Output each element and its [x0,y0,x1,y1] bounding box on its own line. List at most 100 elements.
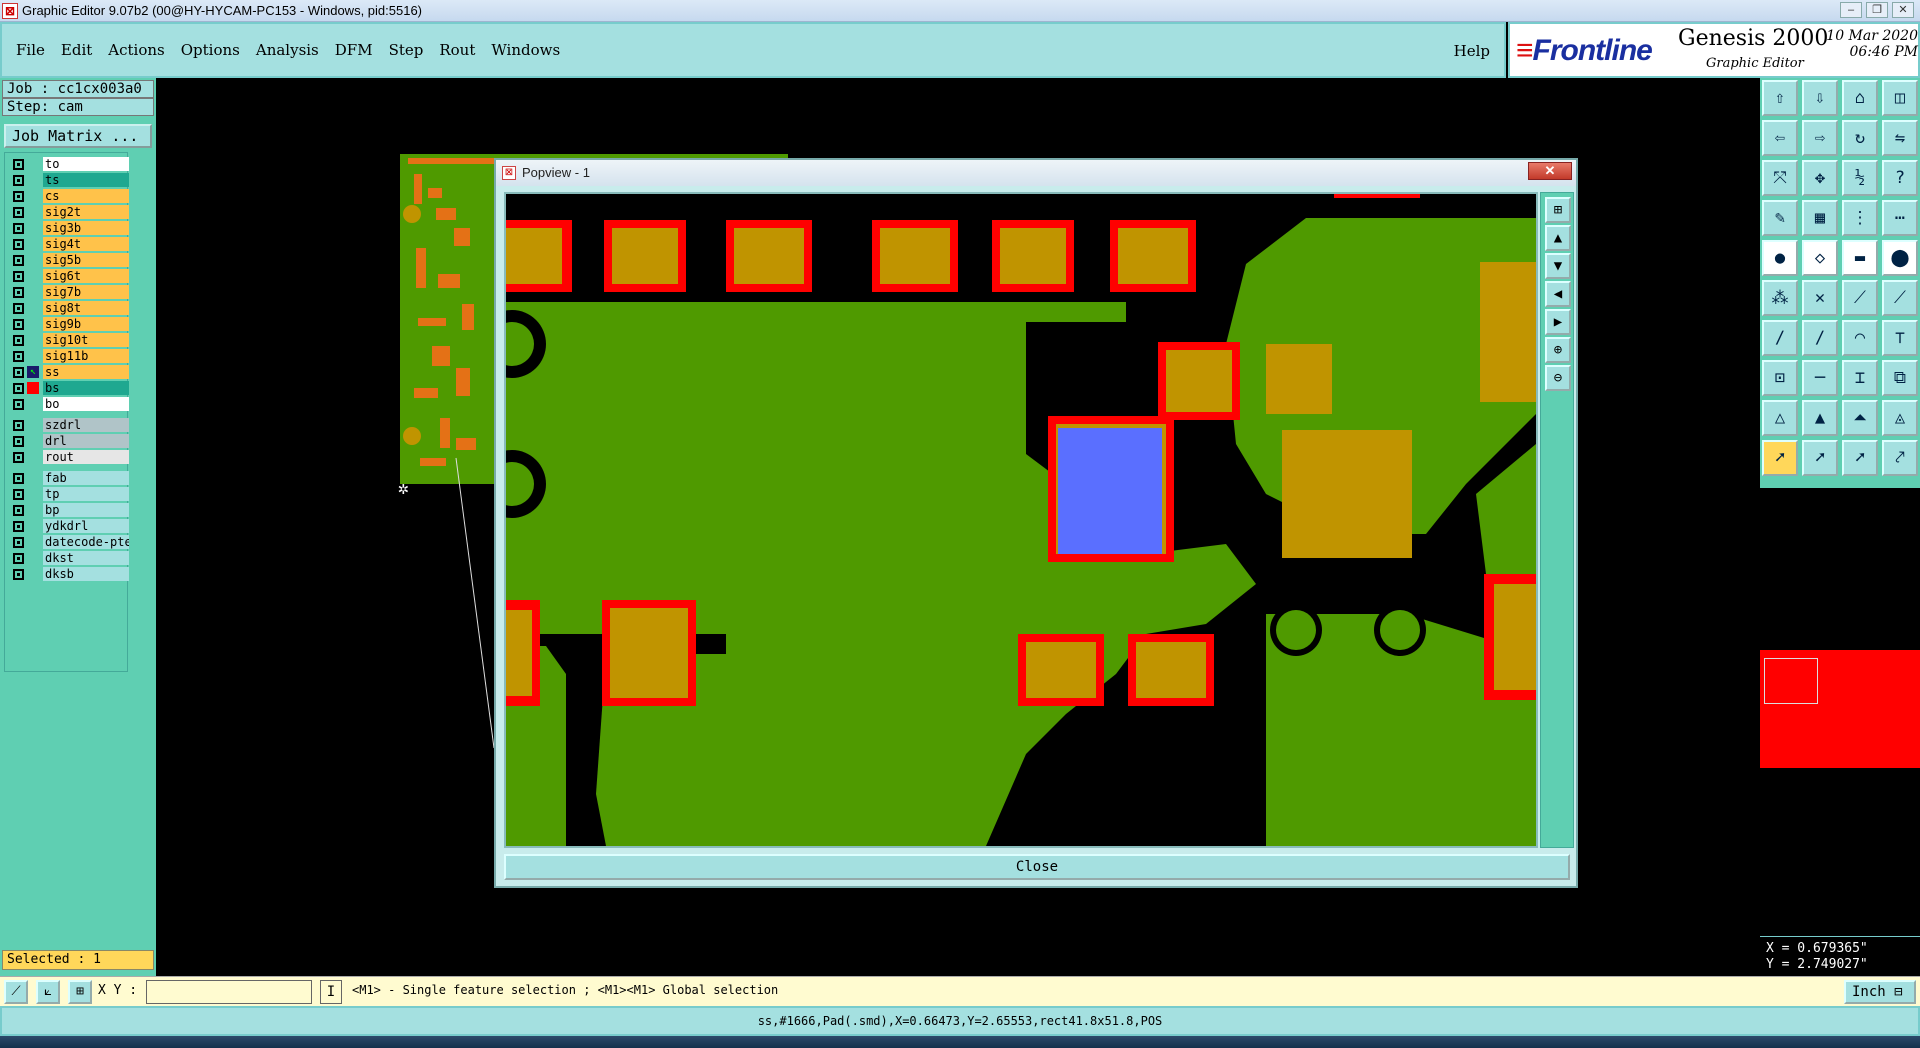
menu-edit[interactable]: Edit [61,41,92,59]
layer-row-sig3b[interactable]: sig3b [7,221,129,236]
popview-close-x-button[interactable]: ✕ [1528,162,1572,180]
layer-checkbox[interactable] [13,159,24,170]
popview-pan-left-icon[interactable]: ◀ [1545,281,1571,307]
minimize-button[interactable]: – [1840,2,1862,18]
restore-button[interactable]: ❐ [1866,2,1888,18]
pointer-2-icon[interactable]: ➚ [1802,440,1838,476]
layer-checkbox[interactable] [13,383,24,394]
layer-checkbox[interactable] [13,351,24,362]
trace-icon[interactable]: ⊤ [1882,320,1918,356]
connect-icon[interactable]: ⁂ [1762,280,1798,316]
edit-shape-icon[interactable]: ◇ [1802,240,1838,276]
layer-checkbox[interactable] [13,569,24,580]
center-icon[interactable]: ✥ [1802,160,1838,196]
layer-checkbox[interactable] [13,303,24,314]
layer-row-sig11b[interactable]: sig11b [7,349,129,364]
select-pointer-icon[interactable]: ➚ [1762,440,1798,476]
layer-row-to[interactable]: to [7,157,129,172]
layer-checkbox[interactable] [13,367,24,378]
layer-checkbox[interactable] [13,255,24,266]
layer-checkbox[interactable] [13,505,24,516]
layer-row-sig7b[interactable]: sig7b [7,285,129,300]
menu-dfm[interactable]: DFM [335,41,373,59]
popview-zoom-in-icon[interactable]: ⊕ [1545,337,1571,363]
layer-checkbox[interactable] [13,452,24,463]
layer-row-ss[interactable]: ↖ ss [7,365,129,380]
layer-row-szdrl[interactable]: szdrl [7,418,129,433]
layer-checkbox[interactable] [13,207,24,218]
layer-row-sig8t[interactable]: sig8t [7,301,129,316]
group-icon[interactable]: ⧉ [1882,360,1918,396]
layer-checkbox[interactable] [13,436,24,447]
menu-options[interactable]: Options [181,41,240,59]
layer-row-ydkdrl[interactable]: ydkdrl [7,519,129,534]
menu-help[interactable]: Help [1454,42,1490,60]
triangle-4-icon[interactable]: ◬ [1882,400,1918,436]
layer-row-dkst[interactable]: dkst [7,551,129,566]
layer-row-sig4t[interactable]: sig4t [7,237,129,252]
layer-checkbox[interactable] [13,223,24,234]
rotate-icon[interactable]: ↻ [1842,120,1878,156]
arc-icon[interactable]: ◠ [1842,320,1878,356]
layer-checkbox[interactable] [13,420,24,431]
menu-actions[interactable]: Actions [108,41,164,59]
unit-select[interactable]: Inch ⊟ [1844,980,1916,1004]
overview-navigator[interactable] [1760,650,1920,768]
layer-checkbox[interactable] [13,489,24,500]
layer-row-sig9b[interactable]: sig9b [7,317,129,332]
menu-windows[interactable]: Windows [491,41,560,59]
layer-checkbox[interactable] [13,521,24,532]
snap-options-icon[interactable]: ⋯ [1882,200,1918,236]
layer-row-fab[interactable]: fab [7,471,129,486]
layer-row-cs[interactable]: cs [7,189,129,204]
layer-checkbox[interactable] [13,319,24,330]
layer-up-icon[interactable]: ⇧ [1762,80,1798,116]
triangle-3-icon[interactable]: ⏶ [1842,400,1878,436]
layer-row-rout[interactable]: rout [7,450,129,465]
input-mode-icon[interactable]: I [320,980,342,1004]
layer-row-sig2t[interactable]: sig2t [7,205,129,220]
move-left-icon[interactable]: ⇦ [1762,120,1798,156]
line-point-icon[interactable]: ⟋ [1842,280,1878,316]
layer-down-icon[interactable]: ⇩ [1802,80,1838,116]
snap-center-icon[interactable]: ⊞ [68,980,92,1004]
measure-icon[interactable]: ✎ [1762,200,1798,236]
layer-checkbox[interactable] [13,335,24,346]
layer-row-sig10t[interactable]: sig10t [7,333,129,348]
layer-row-ts[interactable]: ts [7,173,129,188]
pointer-route-icon[interactable]: ⤤ [1882,440,1918,476]
snap-icon[interactable]: ⋮ [1842,200,1878,236]
ruler-icon[interactable]: ▬ [1842,240,1878,276]
triangle-1-icon[interactable]: △ [1762,400,1798,436]
layer-row-bs[interactable]: bs [7,381,129,396]
scale-1-2-icon[interactable]: ½ [1842,160,1878,196]
cross-icon[interactable]: ✕ [1802,280,1838,316]
layer-checkbox[interactable] [13,191,24,202]
snap-angle-icon[interactable]: ⟀ [36,980,60,1004]
line-end-icon[interactable]: ⟋ [1882,280,1918,316]
layer-row-bo[interactable]: bo [7,397,129,412]
layer-row-sig6t[interactable]: sig6t [7,269,129,284]
popview-zoom-out-icon[interactable]: ⊖ [1545,365,1571,391]
add-pad-icon[interactable]: ● [1762,240,1798,276]
line-blue-icon[interactable]: ∕ [1802,320,1838,356]
layer-row-dksb[interactable]: dksb [7,567,129,582]
dash-icon[interactable]: ─ [1802,360,1838,396]
job-matrix-button[interactable]: Job Matrix ... [4,124,152,148]
snap-grid-icon[interactable]: ⟋ [4,980,28,1004]
mirror-icon[interactable]: ⇋ [1882,120,1918,156]
menu-rout[interactable]: Rout [439,41,475,59]
layer-checkbox[interactable] [13,271,24,282]
layer-checkbox[interactable] [13,473,24,484]
pointer-3-icon[interactable]: ➚ [1842,440,1878,476]
layer-checkbox[interactable] [13,537,24,548]
menu-analysis[interactable]: Analysis [256,41,319,59]
layer-row-sig5b[interactable]: sig5b [7,253,129,268]
layer-row-bp[interactable]: bp [7,503,129,518]
layer-checkbox[interactable] [13,553,24,564]
split-view-icon[interactable]: ◫ [1882,80,1918,116]
layer-checkbox[interactable] [13,239,24,250]
grid-icon[interactable]: ▦ [1802,200,1838,236]
popview-pan-right-icon[interactable]: ▶ [1545,309,1571,335]
triangle-2-icon[interactable]: ▲ [1802,400,1838,436]
